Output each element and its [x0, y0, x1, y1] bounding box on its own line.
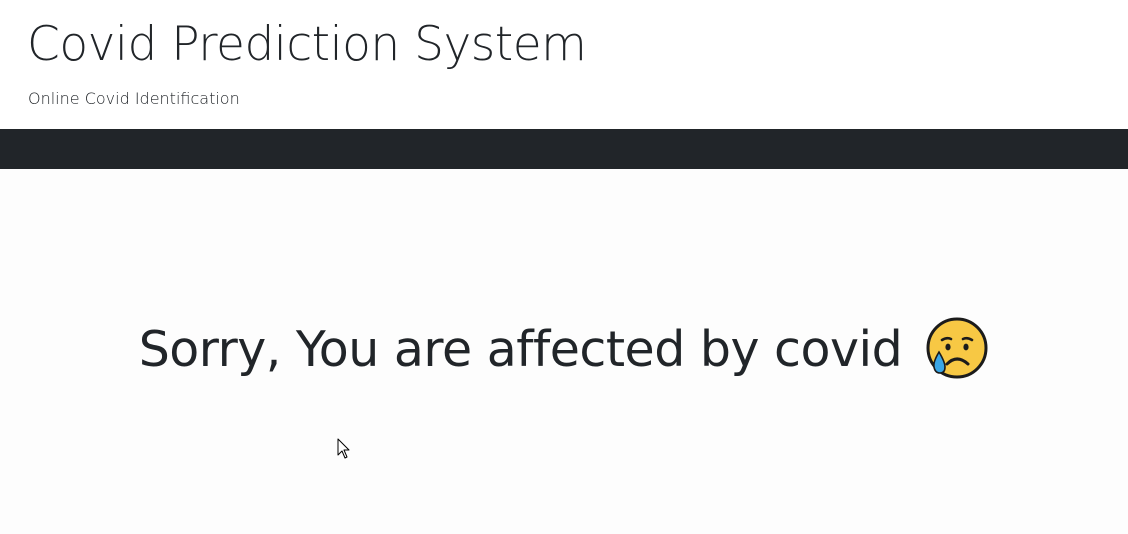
sad-but-relieved-face-icon [926, 317, 988, 379]
main-content: Sorry, You are affected by covid [0, 169, 1128, 534]
mouse-pointer-icon [337, 438, 350, 459]
navbar [0, 129, 1128, 169]
result-message: Sorry, You are affected by covid [138, 321, 903, 378]
site-header: Covid Prediction System Online Covid Ide… [0, 0, 1128, 129]
site-title: Covid Prediction System [27, 17, 587, 72]
site-subtitle: Online Covid Identification [28, 89, 240, 108]
result-message-container: Sorry, You are affected by covid [0, 317, 1128, 383]
